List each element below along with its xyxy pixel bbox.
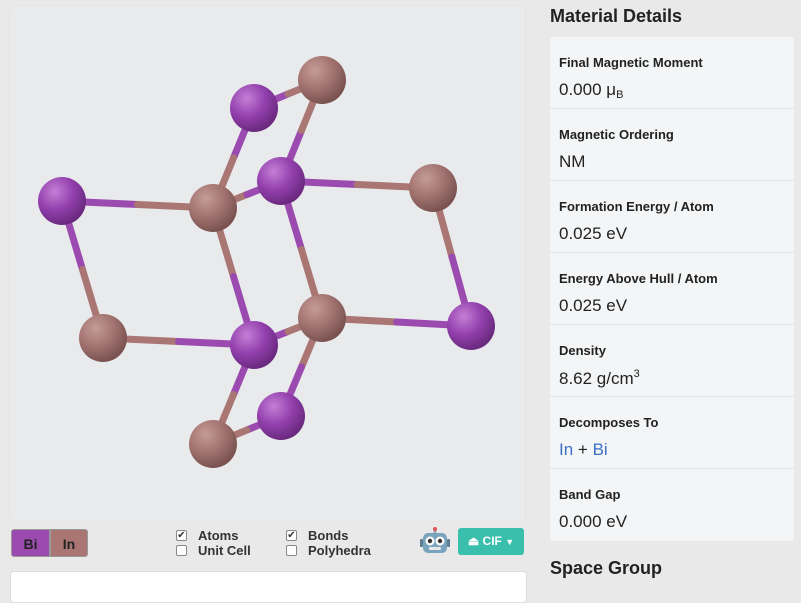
- robot-icon[interactable]: [420, 527, 450, 557]
- atom-bi[interactable]: [38, 177, 86, 225]
- atoms-checkbox[interactable]: ✔: [176, 530, 187, 541]
- material-details-title: Material Details: [550, 6, 683, 26]
- bonds-label: Bonds: [308, 528, 349, 543]
- bonds-checkbox[interactable]: ✔: [286, 530, 297, 541]
- prop-decomposes-to: Decomposes To In + Bi: [550, 397, 794, 469]
- decomp-link-bi[interactable]: Bi: [593, 440, 608, 459]
- atom-bi[interactable]: [257, 157, 305, 205]
- polyhedra-label: Polyhedra: [308, 543, 371, 558]
- lower-panel: [10, 571, 527, 603]
- legend-bi[interactable]: Bi: [11, 529, 50, 557]
- unit-cell-checkbox[interactable]: [176, 545, 187, 556]
- cif-label: CIF: [482, 534, 502, 548]
- viewer-controls: Bi In ✔ Atoms Unit Cell ✔ Bonds Polyhedr…: [10, 527, 525, 559]
- crystal-structure[interactable]: [10, 6, 525, 521]
- material-details-panel: Final Magnetic Moment 0.000 μB Magnetic …: [550, 37, 794, 541]
- atom-bi[interactable]: [447, 302, 495, 350]
- cif-download-button[interactable]: ⏏ CIF ▼: [458, 528, 524, 555]
- download-icon: ⏏: [467, 534, 480, 548]
- prop-energy-above-hull: Energy Above Hull / Atom 0.025 eV: [550, 253, 794, 325]
- atom-in[interactable]: [298, 56, 346, 104]
- unit-cell-label: Unit Cell: [198, 543, 251, 558]
- polyhedra-checkbox[interactable]: [286, 545, 297, 556]
- structure-viewer[interactable]: [10, 6, 525, 521]
- prop-formation-energy: Formation Energy / Atom 0.025 eV: [550, 181, 794, 253]
- atom-bi[interactable]: [257, 392, 305, 440]
- prop-magnetic-moment: Final Magnetic Moment 0.000 μB: [550, 37, 794, 109]
- space-group-title: Space Group: [550, 558, 663, 578]
- atom-bi[interactable]: [230, 84, 278, 132]
- decomp-link-in[interactable]: In: [559, 440, 573, 459]
- atom-in[interactable]: [189, 184, 237, 232]
- legend-in[interactable]: In: [50, 529, 88, 557]
- atom-bi[interactable]: [230, 321, 278, 369]
- atom-in[interactable]: [79, 314, 127, 362]
- prop-density: Density 8.62 g/cm3: [550, 325, 794, 397]
- atom-in[interactable]: [298, 294, 346, 342]
- atom-in[interactable]: [189, 420, 237, 468]
- atoms-label: Atoms: [198, 528, 239, 543]
- prop-magnetic-ordering: Magnetic Ordering NM: [550, 109, 794, 181]
- atom-in[interactable]: [409, 164, 457, 212]
- caret-down-icon: ▼: [505, 537, 515, 547]
- prop-band-gap: Band Gap 0.000 eV: [559, 487, 628, 531]
